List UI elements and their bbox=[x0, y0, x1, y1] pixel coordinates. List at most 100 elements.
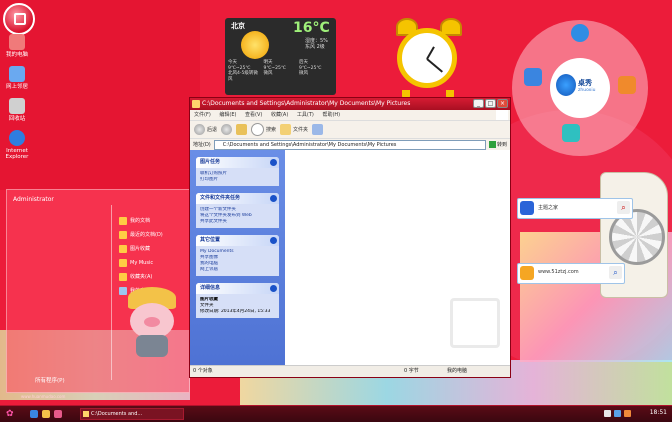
folder-icon bbox=[192, 100, 200, 108]
all-programs-button[interactable]: 所有程序(P) bbox=[35, 376, 65, 384]
circular-launcher[interactable]: 桌秀 zhuoxiu bbox=[512, 20, 648, 156]
folder-icon bbox=[83, 411, 89, 417]
house-icon bbox=[9, 34, 25, 50]
panel-title: 文件和文件夹任务 bbox=[200, 195, 241, 201]
status-size: 0 字节 bbox=[404, 368, 419, 374]
desktop-icon-recycle-bin[interactable]: 回收站 bbox=[2, 98, 32, 122]
recycle-bin-icon bbox=[9, 98, 25, 114]
search-widget-1[interactable]: 主题之家 ⌕ bbox=[517, 198, 633, 219]
taskbar-clock[interactable]: 18:51 bbox=[650, 409, 667, 416]
file-list-area[interactable] bbox=[285, 150, 510, 366]
tray-icon[interactable] bbox=[604, 410, 611, 417]
weather-widget[interactable]: 北京 16°C 湿度：5% 东风 2级 今天 9℃~25℃ 北风4-5级转微风 … bbox=[225, 18, 336, 95]
pig-character-illustration bbox=[122, 287, 182, 361]
menu-help[interactable]: 帮助(H) bbox=[322, 112, 340, 118]
go-button[interactable]: 转到 bbox=[488, 141, 507, 148]
start-menu-item-my-documents[interactable]: 我的文档 bbox=[119, 214, 163, 228]
panel-body: 联机订购照片 打印图片 bbox=[196, 168, 279, 186]
monitor-icon[interactable] bbox=[562, 124, 580, 142]
close-button[interactable]: × bbox=[497, 99, 508, 108]
start-menu-item-favorites[interactable]: 收藏夹(A) bbox=[119, 270, 163, 284]
folder-icon bbox=[119, 231, 127, 239]
window-content: 图片任务 联机订购照片 打印图片 文件和文件夹任务 创建一个新文件夹 将这个文件… bbox=[190, 150, 510, 366]
forward-arrow-icon bbox=[221, 124, 233, 135]
desktop-icon-my-computer[interactable]: 我的电脑 bbox=[2, 34, 32, 58]
kite-icon[interactable] bbox=[618, 76, 636, 94]
start-menu-divider bbox=[111, 205, 112, 380]
views-button[interactable] bbox=[312, 124, 324, 135]
quicklaunch-icon[interactable] bbox=[54, 410, 62, 418]
taskbar-item-explorer[interactable]: C:\Documents and... bbox=[80, 408, 184, 420]
window-titlebar[interactable]: C:\Documents and Settings\Administrator\… bbox=[190, 98, 510, 110]
menu-edit[interactable]: 编辑(E) bbox=[219, 112, 236, 118]
go-label: 转到 bbox=[496, 142, 507, 148]
folders-label: 文件夹 bbox=[293, 127, 309, 133]
search-button[interactable]: 搜索 bbox=[251, 123, 276, 136]
menu-file[interactable]: 文件(F) bbox=[194, 112, 211, 118]
weather-city: 北京 bbox=[231, 22, 245, 30]
up-button[interactable] bbox=[236, 124, 248, 135]
panel-header[interactable]: 图片任务 bbox=[196, 157, 279, 168]
other-places-panel: 其它位置 My Documents 共享图像 我的电脑 网上邻居 bbox=[196, 235, 279, 276]
sun-icon bbox=[241, 31, 269, 59]
alarm-clock-widget[interactable] bbox=[392, 18, 464, 100]
back-button[interactable]: 后退 bbox=[194, 124, 217, 135]
status-bar: 0 个对象 0 字节 我的电脑 bbox=[190, 365, 510, 377]
launcher-hub[interactable]: 桌秀 zhuoxiu bbox=[550, 58, 610, 118]
task-link[interactable]: 打印图片 bbox=[200, 177, 275, 183]
details-modified: 修改日期: 2013年4月24日, 15:33 bbox=[200, 309, 271, 314]
folders-button[interactable]: 文件夹 bbox=[280, 124, 308, 135]
desktop-icon-label: Internet Explorer bbox=[5, 148, 29, 160]
search-icon bbox=[251, 123, 265, 136]
start-menu-item-label: 图片收藏 bbox=[130, 246, 151, 252]
toolbar: 后退 搜索 文件夹 bbox=[190, 121, 510, 139]
desktop-icon-ie[interactable]: Internet Explorer bbox=[2, 130, 32, 160]
explorer-window[interactable]: C:\Documents and Settings\Administrator\… bbox=[189, 97, 511, 378]
panel-body: My Documents 共享图像 我的电脑 网上邻居 bbox=[196, 246, 279, 276]
forward-button[interactable] bbox=[221, 124, 233, 135]
start-menu-item-recent[interactable]: 最近的文档(D) bbox=[119, 228, 163, 242]
folder-icon bbox=[119, 245, 127, 253]
search-magnifier-icon bbox=[520, 266, 534, 280]
tray-icon[interactable] bbox=[624, 410, 631, 417]
minimize-button[interactable]: _ bbox=[473, 99, 484, 108]
address-label: 地址(D) bbox=[193, 142, 211, 148]
search-icon[interactable]: ⌕ bbox=[617, 201, 630, 214]
tray-icon[interactable] bbox=[614, 410, 621, 417]
quicklaunch-icon[interactable] bbox=[42, 410, 50, 418]
clock-minute-hand bbox=[426, 58, 443, 73]
chevron-up-icon[interactable] bbox=[270, 237, 277, 244]
maximize-button[interactable]: □ bbox=[485, 99, 496, 108]
chevron-up-icon[interactable] bbox=[270, 285, 277, 292]
start-orb-icon[interactable] bbox=[3, 3, 35, 35]
task-link[interactable]: 共享此文件夹 bbox=[200, 219, 275, 225]
start-menu-item-label: 最近的文档(D) bbox=[130, 232, 163, 238]
panel-header[interactable]: 文件和文件夹任务 bbox=[196, 193, 279, 204]
panel-header[interactable]: 其它位置 bbox=[196, 235, 279, 246]
search-widget-2[interactable]: www.51ztzj.com ⌕ bbox=[517, 263, 625, 284]
smiley-icon[interactable] bbox=[571, 24, 589, 42]
start-menu-item-pictures[interactable]: 图片收藏 bbox=[119, 242, 163, 256]
menu-favorites[interactable]: 收藏(A) bbox=[271, 112, 288, 118]
start-button[interactable]: ✿ bbox=[6, 408, 19, 420]
chevron-up-icon[interactable] bbox=[270, 159, 277, 166]
start-menu-item-music[interactable]: My Music bbox=[119, 256, 163, 270]
address-field[interactable]: C:\Documents and Settings\Administrator\… bbox=[213, 139, 486, 150]
place-link[interactable]: 网上邻居 bbox=[200, 267, 275, 273]
baidu-paw-icon bbox=[520, 201, 534, 215]
task-pane: 图片任务 联机订购照片 打印图片 文件和文件夹任务 创建一个新文件夹 将这个文件… bbox=[190, 150, 285, 366]
start-menu-url: www.huanmudao.com bbox=[21, 394, 66, 399]
chevron-up-icon[interactable] bbox=[270, 195, 277, 202]
menu-tools[interactable]: 工具(T) bbox=[297, 112, 314, 118]
quicklaunch-icon[interactable] bbox=[30, 410, 38, 418]
app-icon-left[interactable] bbox=[524, 68, 542, 86]
weather-temperature: 16°C bbox=[293, 20, 330, 36]
desktop-icon-network[interactable]: 网上邻居 bbox=[2, 66, 32, 90]
search-icon[interactable]: ⌕ bbox=[609, 266, 622, 279]
weather-forecast: 今天 9℃~25℃ 北风4-5级转微风 明天 9℃~25℃ 微风 后天 9℃~2… bbox=[228, 60, 333, 82]
desktop-icons: 我的电脑 网上邻居 回收站 Internet Explorer bbox=[2, 34, 32, 168]
panel-title: 图片任务 bbox=[200, 159, 221, 165]
back-label: 后退 bbox=[207, 127, 218, 133]
panel-header[interactable]: 详细信息 bbox=[196, 283, 279, 294]
menu-view[interactable]: 查看(V) bbox=[245, 112, 262, 118]
